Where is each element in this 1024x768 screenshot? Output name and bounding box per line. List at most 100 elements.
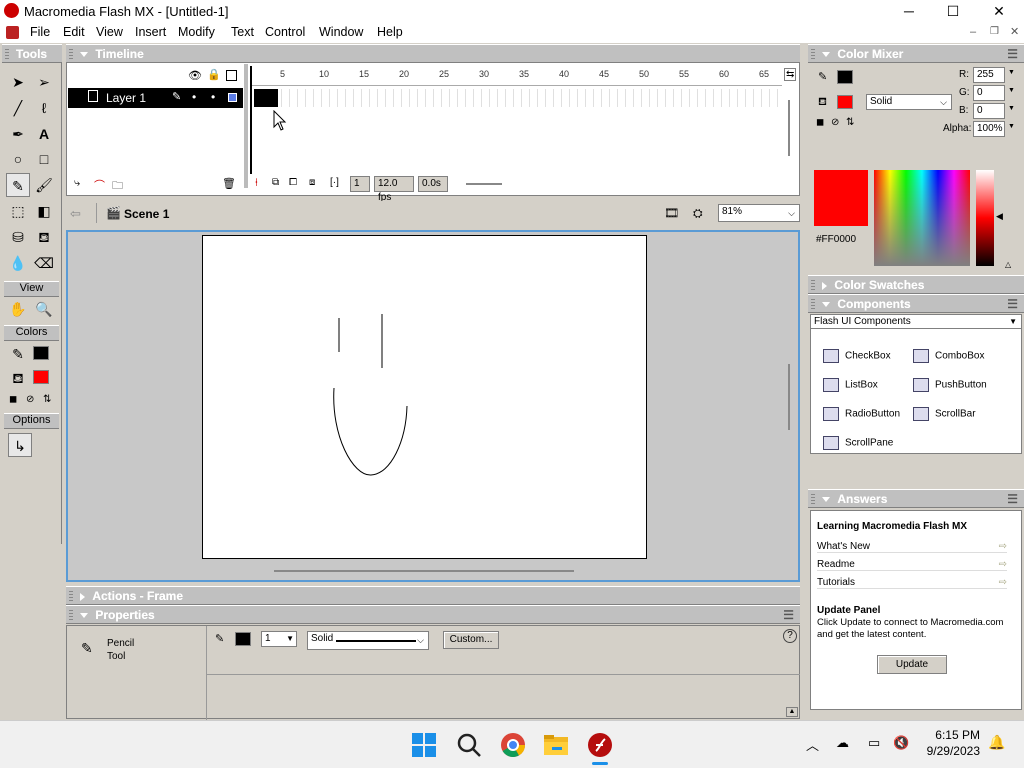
mixer-nocolor-icon[interactable]: ⊘ <box>831 117 839 128</box>
readme-link[interactable]: Readme ⇨ <box>817 559 1007 571</box>
pencil-mode-icon[interactable]: ↳ <box>8 433 32 457</box>
hand-tool-icon[interactable]: ✋ <box>6 297 30 321</box>
stroke-color-box[interactable] <box>235 632 251 646</box>
text-tool-icon[interactable]: A <box>32 122 56 146</box>
black-white-icon[interactable]: ◼ <box>9 394 21 406</box>
answers-header[interactable]: Answers ☰ <box>808 489 1024 508</box>
properties-header[interactable]: Properties ☰ <box>66 605 800 624</box>
doc-restore-icon[interactable]: ❐ <box>990 26 999 37</box>
menu-view[interactable]: View <box>96 25 123 39</box>
blue-field[interactable]: 0 <box>973 103 1005 119</box>
flash-mx-taskbar-icon[interactable] <box>587 732 613 758</box>
fill-transform-tool-icon[interactable]: ◧ <box>32 199 56 223</box>
menu-help[interactable]: Help <box>377 25 403 39</box>
outline-icon[interactable] <box>226 70 237 81</box>
properties-menu-icon[interactable]: ☰ <box>783 606 794 624</box>
onedrive-icon[interactable]: ☁ <box>836 735 849 751</box>
file-explorer-icon[interactable] <box>543 732 569 758</box>
stroke-color-swatch[interactable] <box>33 346 49 360</box>
edit-scene-icon[interactable]: 🎞 <box>664 206 679 220</box>
lasso-tool-icon[interactable]: ℓ <box>32 96 56 120</box>
blue-dropdown-icon[interactable]: ▼ <box>1008 105 1015 112</box>
layer-row[interactable]: Layer 1 ✎ • • <box>68 88 243 108</box>
component-checkbox[interactable]: CheckBox <box>823 349 891 363</box>
free-transform-tool-icon[interactable]: ⬚ <box>6 199 30 223</box>
pen-tool-icon[interactable]: ✒ <box>6 122 30 146</box>
brush-tool-icon[interactable]: 🖌 <box>32 173 56 197</box>
component-combobox[interactable]: ComboBox <box>913 349 984 363</box>
menu-edit[interactable]: Edit <box>63 25 85 39</box>
timeline-vscroll[interactable] <box>788 100 790 156</box>
timeline-hscroll[interactable] <box>466 183 502 185</box>
onion-outline-icon[interactable]: ⧠ <box>289 177 297 188</box>
rectangle-tool-icon[interactable]: □ <box>32 147 56 171</box>
back-arrow-icon[interactable]: ⇦ <box>70 206 81 222</box>
menu-modify[interactable]: Modify <box>178 25 215 39</box>
stroke-style-select[interactable]: Solid ⌵ <box>307 631 429 650</box>
components-header[interactable]: Components ☰ <box>808 294 1024 313</box>
alpha-field[interactable]: 100% <box>973 121 1005 137</box>
hex-value[interactable]: #FF0000 <box>816 234 856 245</box>
collapse-arrow-icon[interactable]: ▲ <box>786 707 798 717</box>
display-icon[interactable]: ▭ <box>868 735 880 751</box>
eraser-tool-icon[interactable]: ⌫ <box>32 251 56 275</box>
stage-vscroll[interactable] <box>788 364 790 430</box>
zoom-select[interactable]: 81% ⌵ <box>718 204 800 222</box>
update-button[interactable]: Update <box>877 655 947 674</box>
menu-insert[interactable]: Insert <box>135 25 166 39</box>
center-frame-icon[interactable]: ⍿ <box>255 177 258 190</box>
component-pushbutton[interactable]: PushButton <box>913 378 987 392</box>
red-field[interactable]: 255 <box>973 67 1005 83</box>
notification-bell-icon[interactable]: 🔔 <box>988 734 1005 751</box>
eye-icon[interactable]: 👁 <box>188 69 202 82</box>
menu-window[interactable]: Window <box>319 25 363 39</box>
mixer-fill-swatch[interactable] <box>837 95 853 109</box>
delete-layer-icon[interactable]: 🗑 <box>222 177 236 190</box>
tutorials-link[interactable]: Tutorials ⇨ <box>817 577 1007 589</box>
component-scrollbar[interactable]: ScrollBar <box>913 407 976 421</box>
red-dropdown-icon[interactable]: ▼ <box>1008 69 1015 76</box>
layer-visible-dot[interactable]: • <box>192 90 196 104</box>
clock-time[interactable]: 6:15 PM <box>920 728 980 742</box>
subselect-tool-icon[interactable]: ➢ <box>32 70 56 94</box>
add-guide-layer-icon[interactable]: ⌒ <box>94 177 105 193</box>
brightness-pointer-icon[interactable]: ◀ <box>996 211 1003 222</box>
layer-lock-dot[interactable]: • <box>211 90 215 104</box>
onion-skin-icon[interactable]: ⧉ <box>272 177 279 188</box>
clock-date[interactable]: 9/29/2023 <box>916 744 980 758</box>
volume-muted-icon[interactable]: 🔇 <box>893 735 909 751</box>
keyframe-selected[interactable] <box>254 89 278 107</box>
component-listbox[interactable]: ListBox <box>823 378 878 392</box>
mixer-bw-icon[interactable]: ◼ <box>816 117 824 128</box>
swatches-header[interactable]: Color Swatches <box>808 275 1024 294</box>
pencil-tool-icon[interactable]: ✎ <box>6 173 30 197</box>
component-scrollpane[interactable]: ScrollPane <box>823 436 893 450</box>
stage-canvas[interactable] <box>202 235 647 559</box>
components-menu-icon[interactable]: ☰ <box>1007 295 1018 313</box>
brightness-bar[interactable] <box>976 170 994 266</box>
custom-button[interactable]: Custom... <box>443 631 499 649</box>
minimize-button[interactable]: ─ <box>886 0 932 22</box>
swap-colors-icon[interactable]: ⇅ <box>43 394 55 406</box>
chevron-up-icon[interactable]: ︿ <box>806 735 819 754</box>
scene-name[interactable]: Scene 1 <box>124 207 169 221</box>
search-icon[interactable] <box>456 732 482 758</box>
insert-layer-icon[interactable]: ⤷ <box>74 177 80 190</box>
zoom-tool-icon[interactable]: 🔍 <box>32 297 56 321</box>
alpha-dropdown-icon[interactable]: ▼ <box>1008 123 1015 130</box>
stroke-height-field[interactable]: 1 ▼ <box>261 631 297 647</box>
green-field[interactable]: 0 <box>973 85 1005 101</box>
chrome-icon[interactable] <box>500 732 526 758</box>
collapse-mixer-icon[interactable]: △ <box>1005 260 1011 269</box>
edit-multiple-frames-icon[interactable]: ⧈ <box>309 177 315 188</box>
doc-minimize-icon[interactable]: – <box>970 26 976 38</box>
oval-tool-icon[interactable]: ○ <box>6 147 30 171</box>
fill-style-select[interactable]: Solid ⌵ <box>866 94 952 110</box>
component-radiobutton[interactable]: RadioButton <box>823 407 900 421</box>
color-spectrum[interactable] <box>874 170 970 266</box>
mixer-stroke-swatch[interactable] <box>837 70 853 84</box>
frame-grid[interactable] <box>250 89 782 107</box>
windows-start-icon[interactable] <box>411 732 437 758</box>
mixer-swap-icon[interactable]: ⇅ <box>846 117 854 128</box>
playhead[interactable] <box>250 66 252 174</box>
